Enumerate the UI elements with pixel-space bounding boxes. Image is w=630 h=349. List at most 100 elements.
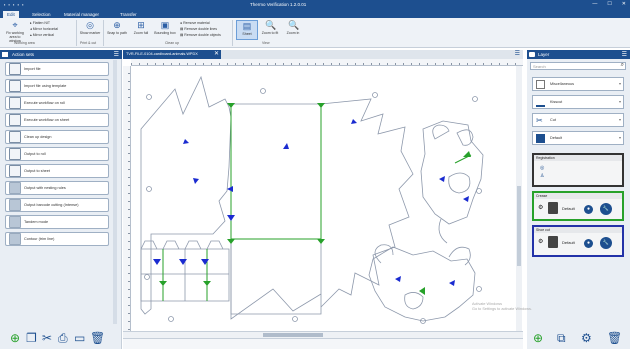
horizontal-scroll-thumb[interactable] xyxy=(263,333,323,337)
right-fur-outline xyxy=(320,98,414,308)
direction-arrow xyxy=(193,178,199,184)
registration-circle xyxy=(146,186,152,192)
op-clean-up[interactable]: Clean up design xyxy=(5,130,109,144)
hamburger-menu-icon[interactable]: ☰ xyxy=(114,51,119,58)
info-icon[interactable]: ● xyxy=(584,205,593,214)
tool-head-icon xyxy=(548,202,558,214)
zoom-full-icon: ⊞ xyxy=(137,20,145,30)
delete-icon[interactable]: 🗑 xyxy=(607,331,622,345)
tools-icon[interactable]: ✂ xyxy=(42,331,52,345)
document-menu-icon[interactable]: ☰ xyxy=(515,50,520,57)
layer-icon[interactable]: ⧉ xyxy=(557,331,566,346)
group-registration[interactable]: Registration ◎ ♙ xyxy=(532,153,624,187)
registration-circle xyxy=(472,96,478,102)
layer-row-miscellaneous[interactable]: Miscellaneous ▾ xyxy=(532,77,624,91)
canvas-horizontal-scrollbar[interactable] xyxy=(123,331,523,338)
direction-arrow xyxy=(351,119,357,124)
direction-arrow xyxy=(439,176,445,182)
layer-row-default[interactable]: Default ▾ xyxy=(532,131,624,145)
maximize-icon[interactable]: ☐ xyxy=(607,1,611,7)
zoom-to-fit-button[interactable]: 🔍 Zoom to fit xyxy=(259,20,281,40)
show-marker-button[interactable]: ◎ Show marker xyxy=(79,20,101,40)
settings-icon[interactable]: ⚙ xyxy=(538,204,543,211)
layer-search-input[interactable]: Search ⌕ xyxy=(530,62,626,70)
mouse-nose xyxy=(404,292,424,310)
quick-access-toolbar[interactable]: ▪ ▪ ▪ ▪ ▪ xyxy=(4,2,25,7)
layer-row-cut[interactable]: ✂ Cut ▾ xyxy=(532,113,624,127)
vertical-scroll-thumb[interactable] xyxy=(517,186,521,266)
op-output-roll[interactable]: Output to roll xyxy=(5,147,109,161)
layer-default-icon xyxy=(536,134,545,143)
document-tab[interactable]: TVR-FILE-0104-cardboard-animals.WPDX ✕ xyxy=(123,50,221,59)
export-icon[interactable]: ⎙ xyxy=(58,331,68,346)
hamburger-menu-icon[interactable]: ☰ xyxy=(622,51,627,58)
zoom-fit-icon: 🔍 xyxy=(265,20,277,30)
delete-icon[interactable]: 🗑 xyxy=(90,331,105,345)
zoom-in-button[interactable]: 🔍 Zoom in xyxy=(282,20,304,40)
action-sets-scrollbar[interactable] xyxy=(113,60,117,324)
remove-material-item[interactable]: ● Remove material xyxy=(180,21,210,25)
ribbon-separator xyxy=(232,20,233,46)
direction-arrow xyxy=(283,143,289,149)
tab-material-manager[interactable]: Material manager xyxy=(60,11,103,18)
op-import-template[interactable]: Import file using template xyxy=(5,79,109,93)
chevron-down-icon[interactable]: ▾ xyxy=(619,81,621,86)
sheet-button[interactable]: ▤ Sheet xyxy=(236,20,258,40)
wrench-icon[interactable]: 🔧 xyxy=(600,203,612,215)
menu-bar: Edit Selection Material manager Transfer xyxy=(0,10,630,18)
zoom-full-button[interactable]: ⊞ Zoom full xyxy=(130,20,152,40)
op-workflow-sheet[interactable]: Execute workflow on sheet xyxy=(5,113,109,127)
op-workflow-roll[interactable]: Execute workflow on roll xyxy=(5,96,109,110)
group-registration-title: Registration xyxy=(534,155,622,161)
registration-circle xyxy=(372,92,378,98)
barcode-icon xyxy=(9,199,21,211)
op-contour[interactable]: Contour (trim line) xyxy=(5,232,109,246)
plus-icon[interactable]: ⊕ xyxy=(533,331,543,345)
canvas-vertical-scrollbar[interactable] xyxy=(516,66,522,331)
wrench-icon[interactable]: 🔧 xyxy=(600,237,612,249)
direction-arrow xyxy=(449,280,455,286)
mirror-horizontal-item[interactable]: ◂ Mirror horizontal xyxy=(30,27,58,31)
op-output-barcode[interactable]: Output barcode cutting (Intense) xyxy=(5,198,109,212)
remove-double-objects-item[interactable]: ▤ Remove double objects xyxy=(180,33,221,37)
minimize-icon[interactable]: — xyxy=(592,1,597,7)
group-crease-title: Crease xyxy=(534,193,622,199)
mirror-vertical-item[interactable]: ▴ Mirror vertical xyxy=(30,33,54,37)
flatten-item[interactable]: ▸ Flatten NIT xyxy=(30,21,50,25)
op-output-sheet[interactable]: Output to sheet xyxy=(5,164,109,178)
chevron-down-icon[interactable]: ▾ xyxy=(619,99,621,104)
group-shoe-cut[interactable]: Shoe cut ⚙ Default ● 🔧 xyxy=(532,225,624,257)
registration-circle xyxy=(146,94,152,100)
layer-panel-icon xyxy=(529,52,535,57)
pig-head-outline xyxy=(420,120,484,225)
op-tandem-mode[interactable]: Tandem mode xyxy=(5,215,109,229)
info-icon[interactable]: ● xyxy=(584,239,593,248)
crease-marker xyxy=(317,103,325,108)
chevron-down-icon[interactable]: ▾ xyxy=(619,117,621,122)
chevron-down-icon[interactable]: ▾ xyxy=(619,135,621,140)
plus-icon[interactable]: ⊕ xyxy=(10,331,20,345)
tab-edit[interactable]: Edit xyxy=(3,11,19,18)
cut-design-drawing xyxy=(140,75,484,324)
group-crease[interactable]: Crease ⚙ Default ● 🔧 xyxy=(532,191,624,221)
design-canvas[interactable] xyxy=(123,59,523,331)
bounding-box-button[interactable]: ▣ Bounding box xyxy=(154,20,176,40)
remove-double-lines-item[interactable]: ▤ Remove double lines xyxy=(180,27,217,31)
tab-transfer[interactable]: Transfer xyxy=(116,11,141,18)
fix-working-area-button[interactable]: ⌖ Fix working area to window xyxy=(4,20,26,43)
tab-selection[interactable]: Selection xyxy=(28,11,55,18)
mouse-ear-right xyxy=(448,246,471,266)
copy-icon[interactable]: ❐ xyxy=(26,331,37,345)
layer-row-kisscut[interactable]: Kisscut ▾ xyxy=(532,95,624,109)
settings-icon[interactable]: ⚙ xyxy=(581,331,592,345)
group-working-area: Working area xyxy=(14,41,35,45)
workflow-icon xyxy=(9,97,21,109)
op-output-nesting[interactable]: Output with nesting rules xyxy=(5,181,109,195)
settings-icon[interactable]: ⚙ xyxy=(538,238,543,245)
close-icon[interactable]: ✕ xyxy=(622,1,626,7)
op-import-file[interactable]: Import file xyxy=(5,62,109,76)
crease-marker xyxy=(419,287,425,295)
save-icon[interactable]: ▭ xyxy=(74,331,85,345)
close-tab-icon[interactable]: ✕ xyxy=(214,50,219,57)
snap-to-path-button[interactable]: ⊕ Snap to path xyxy=(106,20,128,40)
